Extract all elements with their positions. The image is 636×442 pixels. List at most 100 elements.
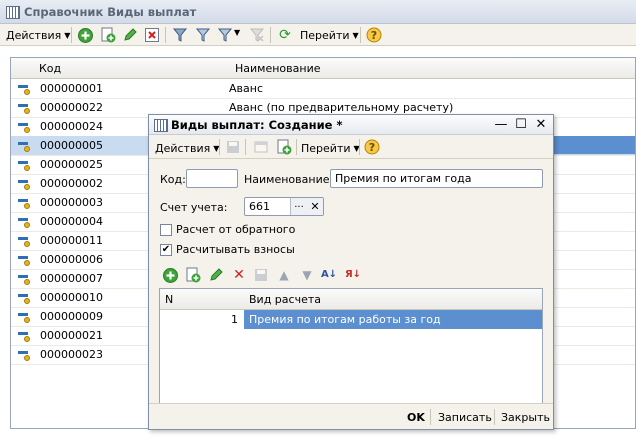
calc-contrib-checkbox[interactable]: ✔ <box>160 244 172 256</box>
move-up-icon[interactable]: ▲ <box>276 267 292 283</box>
select-button[interactable]: ... <box>290 198 307 215</box>
actions-menu-button[interactable]: Действия ▼ <box>6 27 70 43</box>
row-code: 000000004 <box>40 215 103 228</box>
main-toolbar: Действия ▼ ▼ ⟳ Перейти ▼ ? <box>0 24 636 46</box>
minimize-icon[interactable]: — <box>493 117 509 133</box>
chevron-down-icon: ▼ <box>352 30 359 40</box>
catalog-item-icon <box>18 197 30 209</box>
dialog-toolbar: Действия ▼ Перейти ▼ ? <box>149 135 553 159</box>
edit-pencil-icon[interactable] <box>208 267 224 283</box>
move-down-icon[interactable]: ▼ <box>299 267 315 283</box>
refresh-icon[interactable]: ⟳ <box>277 27 293 43</box>
row-code: 000000009 <box>40 310 103 323</box>
row-code: 000000002 <box>40 177 103 190</box>
catalog-item-icon <box>18 235 30 247</box>
toolbar-divider <box>71 27 72 43</box>
catalog-item-icon <box>18 330 30 342</box>
sort-desc-icon[interactable]: Я↓ <box>345 267 361 283</box>
chevron-down-icon[interactable]: ▼ <box>234 28 240 37</box>
filter-set-icon[interactable] <box>172 27 188 43</box>
end-edit-icon[interactable] <box>253 267 269 283</box>
toolbar-divider <box>219 139 220 155</box>
name-label: Наименование: <box>244 173 334 186</box>
reverse-calc-label: Расчет от обратного <box>176 223 296 236</box>
actions-menu-label: Действия <box>6 28 62 42</box>
close-icon[interactable]: ✕ <box>533 117 549 133</box>
toolbar-divider <box>359 139 360 155</box>
copy-icon[interactable] <box>100 27 116 43</box>
catalog-item-icon <box>18 216 30 228</box>
table-row[interactable]: 000000001 Аванс <box>11 79 635 99</box>
account-label: Счет учета: <box>160 201 228 214</box>
open-form-icon[interactable] <box>253 139 269 155</box>
column-header-name[interactable]: Наименование <box>229 58 635 79</box>
account-value: 661 <box>249 200 270 213</box>
name-value: Премия по итогам года <box>335 172 472 185</box>
main-window-title: Справочник Виды выплат <box>24 5 197 19</box>
catalog-item-icon <box>18 254 30 266</box>
row-code: 000000006 <box>40 253 103 266</box>
edit-pencil-icon[interactable] <box>122 27 138 43</box>
row-number: 1 <box>231 313 238 326</box>
name-field[interactable]: Премия по итогам года <box>330 169 543 188</box>
catalog-item-icon <box>18 273 30 285</box>
delete-icon[interactable] <box>144 27 160 43</box>
toolbar-divider <box>296 139 297 155</box>
row-code: 000000021 <box>40 329 103 342</box>
list-window-icon <box>6 6 20 19</box>
help-icon[interactable]: ? <box>366 27 382 43</box>
catalog-item-icon <box>18 83 30 95</box>
column-header-calc-type[interactable]: Вид расчета <box>244 289 542 310</box>
delete-icon[interactable]: ✕ <box>231 267 247 283</box>
dialog-actions-label: Действия <box>155 141 211 155</box>
catalog-item-icon <box>18 102 30 114</box>
code-field[interactable] <box>186 169 238 188</box>
svg-text:?: ? <box>371 29 377 42</box>
add-icon[interactable] <box>162 267 178 283</box>
dialog-title-bar: Виды выплат: Создание * — ☐ ✕ <box>149 115 553 135</box>
button-divider <box>430 409 431 425</box>
dialog-goto-menu-button[interactable]: Перейти ▼ <box>301 140 360 156</box>
toolbar-divider <box>245 139 246 155</box>
row-code: 000000003 <box>40 196 103 209</box>
save-disk-icon[interactable] <box>225 139 241 155</box>
sort-asc-icon[interactable]: A↓ <box>321 267 337 283</box>
catalog-item-icon <box>18 140 30 152</box>
goto-menu-label: Перейти <box>300 28 350 42</box>
filter-by-value-icon[interactable] <box>195 27 211 43</box>
catalog-item-icon <box>18 311 30 323</box>
reverse-calc-checkbox[interactable] <box>160 224 172 236</box>
calc-types-table: N Вид расчета 1 Премия по итогам работы … <box>159 288 543 404</box>
svg-text:?: ? <box>369 141 375 154</box>
row-code: 000000010 <box>40 291 103 304</box>
ok-button[interactable]: OK <box>407 411 425 424</box>
filter-history-icon[interactable] <box>217 27 233 43</box>
filter-off-icon[interactable] <box>249 27 265 43</box>
row-code: 000000023 <box>40 348 103 361</box>
button-divider <box>494 409 495 425</box>
goto-menu-button[interactable]: Перейти ▼ <box>300 27 359 43</box>
account-field[interactable]: 661 ... ✕ <box>244 197 324 216</box>
close-button[interactable]: Закрыть <box>501 411 550 424</box>
code-label: Код: <box>160 173 186 186</box>
clear-icon[interactable]: ✕ <box>307 198 323 215</box>
table-row[interactable]: 1 Премия по итогам работы за год <box>160 310 542 329</box>
row-code: 000000011 <box>40 234 103 247</box>
catalog-item-icon <box>18 121 30 133</box>
chevron-down-icon: ▼ <box>64 30 71 40</box>
catalog-item-icon <box>18 349 30 361</box>
toolbar-divider <box>165 27 166 43</box>
maximize-icon[interactable]: ☐ <box>513 117 529 133</box>
row-code: 000000022 <box>40 101 103 114</box>
catalog-item-icon <box>18 292 30 304</box>
add-icon[interactable] <box>77 27 93 43</box>
row-code: 000000024 <box>40 120 103 133</box>
save-button[interactable]: Записать <box>438 411 492 424</box>
column-header-n[interactable]: N <box>160 289 245 310</box>
help-icon[interactable]: ? <box>364 139 380 155</box>
create-based-on-icon[interactable] <box>276 139 292 155</box>
dialog-actions-menu-button[interactable]: Действия ▼ <box>155 140 219 156</box>
copy-icon[interactable] <box>185 267 201 283</box>
catalog-item-icon <box>18 178 30 190</box>
column-header-code[interactable]: Код <box>11 58 230 79</box>
